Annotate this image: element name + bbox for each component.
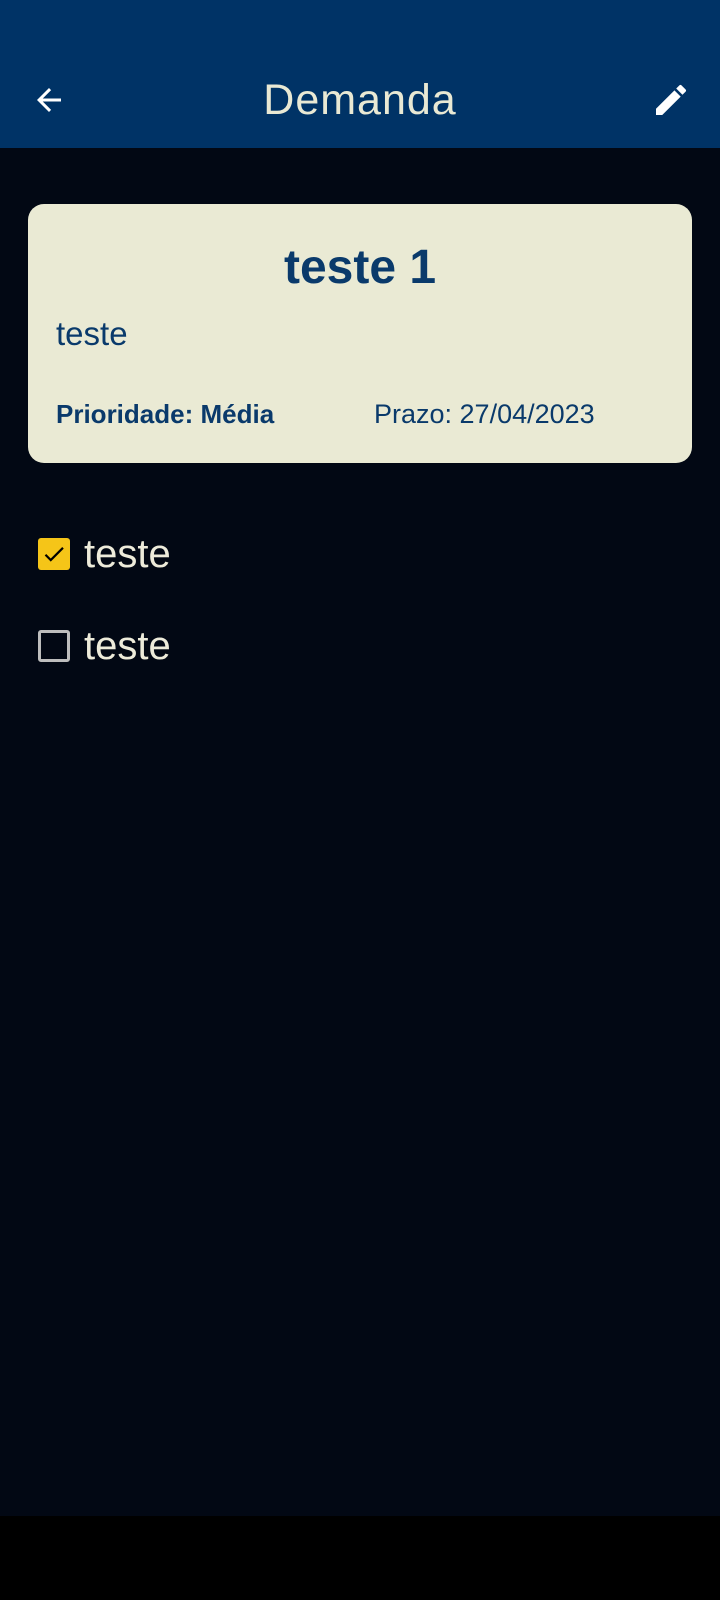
app-bar: Demanda (0, 0, 720, 148)
checklist-item-label: teste (84, 532, 171, 576)
checkmark-icon (44, 547, 64, 562)
edit-button[interactable] (644, 73, 698, 127)
page-title: Demanda (263, 76, 457, 124)
checklist-item[interactable]: teste (38, 618, 171, 674)
demand-deadline: Prazo: 27/04/2023 (374, 399, 595, 429)
checklist-item[interactable]: teste (38, 526, 171, 582)
pencil-icon (656, 84, 687, 115)
checklist-item-label: teste (84, 624, 171, 668)
checkbox-checked[interactable] (38, 538, 70, 570)
demand-description: teste (56, 315, 128, 352)
checkbox-unchecked[interactable] (38, 630, 70, 662)
demand-title: teste 1 (283, 241, 437, 294)
demand-priority: Prioridade: Média (56, 399, 275, 429)
demand-card: teste 1 teste Prioridade: Média Prazo: 2… (28, 204, 692, 463)
system-navigation-bar (0, 1516, 720, 1600)
